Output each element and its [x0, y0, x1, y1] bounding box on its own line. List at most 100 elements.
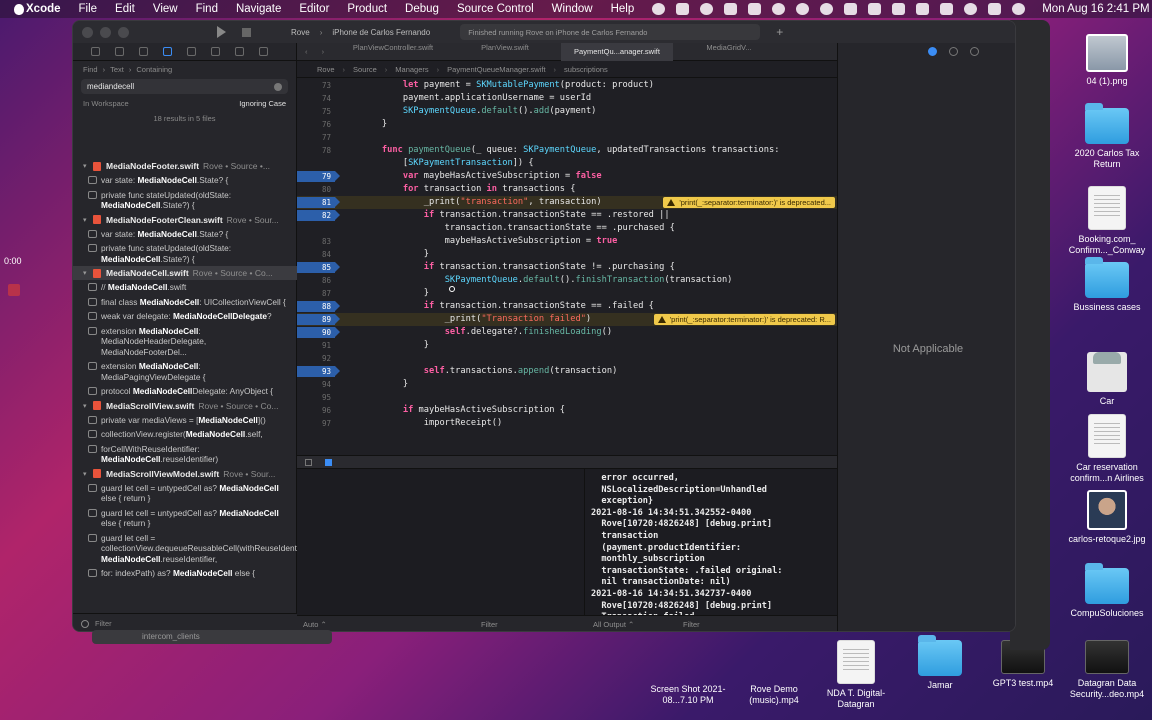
code-line[interactable]: 92 [297, 352, 837, 365]
issue-navigator-tab[interactable] [187, 47, 196, 56]
run-button[interactable] [217, 26, 226, 38]
desktop-icon[interactable]: Datagran Data Security...deo.mp4 [1061, 640, 1152, 700]
test-navigator-tab[interactable] [211, 47, 220, 56]
code-line[interactable]: 97 importReceipt() [297, 417, 837, 430]
code-line[interactable]: 89 _print("Transaction failed") 'print(_:… [297, 313, 837, 326]
desktop-icon[interactable]: Car reservation confirm...n Airlines [1061, 414, 1152, 484]
menu-window[interactable]: Window [552, 3, 593, 15]
code-line[interactable]: 90 self.delegate?.finishedLoading() [297, 326, 837, 339]
cloud-status-icon[interactable] [724, 3, 738, 15]
code-line[interactable]: 91 } [297, 339, 837, 352]
result-file-row[interactable]: ▾ MediaNodeFooterClean.swift Rove • Sour..… [73, 213, 297, 227]
variables-filter-field[interactable]: Filter [481, 620, 498, 629]
menu-editor[interactable]: Editor [299, 3, 329, 15]
quick-help-tab[interactable] [970, 47, 979, 56]
debug-navigator-tab[interactable] [235, 47, 244, 56]
background-window[interactable] [1010, 20, 1050, 650]
code-line[interactable]: 77 [297, 131, 837, 144]
result-match-row[interactable]: guard let cell = untypedCell as? MediaNo… [73, 481, 297, 506]
wifi-status-icon[interactable] [916, 3, 930, 15]
code-line[interactable]: 75 SKPaymentQueue.default().add(payment) [297, 105, 837, 118]
menu-find[interactable]: Find [196, 3, 218, 15]
result-match-row[interactable]: private func stateUpdated(oldState: Medi… [73, 188, 297, 213]
history-inspector-tab[interactable] [949, 47, 958, 56]
find-search-field[interactable]: mediandecell [81, 79, 288, 94]
menu-edit[interactable]: Edit [115, 3, 135, 15]
editor-tab[interactable]: PlanView.swift [449, 43, 561, 61]
project-navigator-tab[interactable] [91, 47, 100, 56]
result-match-row[interactable]: guard let cell = collectionView.dequeueR… [73, 531, 297, 567]
result-match-row[interactable]: forCellWithReuseIdentifier: MediaNodeCel… [73, 442, 297, 467]
file-inspector-tab[interactable] [928, 47, 937, 56]
mute-status-icon[interactable] [844, 3, 858, 15]
menu-xcode[interactable]: Xcode [26, 3, 61, 15]
result-match-row[interactable]: extension MediaNodeCell: MediaNodeHeader… [73, 324, 297, 360]
control-center-icon[interactable] [988, 3, 1002, 15]
siri-icon[interactable] [1012, 3, 1026, 15]
back-forward-arrows[interactable]: ‹ › [297, 47, 337, 56]
menu-source-control[interactable]: Source Control [457, 3, 534, 15]
menu-debug[interactable]: Debug [405, 3, 439, 15]
result-match-row[interactable]: // MediaNodeCell.swift [73, 280, 297, 295]
find-navigator-tab[interactable] [163, 47, 172, 56]
case-sensitivity-selector[interactable]: Ignoring Case [239, 99, 286, 108]
result-file-row[interactable]: ▾ MediaNodeFooter.swift Rove • Source •... [73, 159, 297, 173]
disclosure-triangle-icon[interactable]: ▾ [83, 269, 93, 277]
menu-clock[interactable]: Mon Aug 16 2:41 PM [1042, 3, 1149, 15]
code-line[interactable]: [SKPaymentTransaction]) { [297, 157, 837, 170]
deprecation-warning-badge[interactable]: 'print(_:separator:terminator:)' is depr… [653, 314, 835, 325]
find-mode-path[interactable]: Find › Text › Containing [73, 61, 296, 77]
jump-bar-item[interactable]: subscriptions [564, 65, 608, 74]
result-match-row[interactable]: extension MediaNodeCell: MediaPagingView… [73, 359, 297, 384]
result-match-row[interactable]: weak var delegate: MediaNodeCellDelegate… [73, 309, 297, 324]
code-line[interactable]: 88 if transaction.transactionState == .f… [297, 300, 837, 313]
search-scope[interactable]: In Workspace [83, 99, 129, 108]
symbol-navigator-tab[interactable] [139, 47, 148, 56]
jump-bar-item[interactable]: PaymentQueueManager.swift [447, 65, 545, 74]
menu-view[interactable]: View [153, 3, 178, 15]
desktop-icon[interactable]: Jamar [894, 635, 986, 691]
result-match-row[interactable]: protocol MediaNodeCellDelegate: AnyObjec… [73, 384, 297, 399]
source-control-tab[interactable] [115, 47, 124, 56]
code-line[interactable]: 83 maybeHasActiveSubscription = true [297, 235, 837, 248]
code-line[interactable]: 95 [297, 391, 837, 404]
result-file-row[interactable]: ▾ MediaNodeCell.swift Rove • Source • Co..… [73, 266, 297, 280]
result-match-row[interactable]: private func stateUpdated(oldState: Medi… [73, 241, 297, 266]
background-app-bar[interactable]: intercom_clients [92, 630, 332, 644]
desktop-icon[interactable]: Screen Shot 2021-08...7.10 PM [642, 640, 734, 706]
desktop-icon[interactable]: Rove Demo (music).mp4 [728, 640, 820, 706]
desktop-icon[interactable]: Bussiness cases [1061, 257, 1152, 313]
desktop-icon[interactable]: 04 (1).png [1061, 34, 1152, 87]
code-line[interactable]: 79 var maybeHasActiveSubscription = fals… [297, 170, 837, 183]
result-match-row[interactable]: final class MediaNodeCell: UICollectionV… [73, 295, 297, 310]
code-line[interactable]: 80 for transaction in transactions { [297, 183, 837, 196]
clock-status-icon[interactable] [820, 3, 834, 15]
meter-status-icon[interactable] [772, 3, 786, 15]
disclosure-triangle-icon[interactable]: ▾ [83, 216, 93, 224]
editor-tab[interactable]: PlanViewController.swift [337, 43, 449, 61]
bluetooth-status-icon[interactable] [868, 3, 882, 15]
jump-bar-item[interactable]: Source [353, 65, 377, 74]
find-kind[interactable]: Text [110, 65, 124, 74]
find-match[interactable]: Containing [136, 65, 172, 74]
scheme-selector[interactable]: Rove › iPhone de Carlos Fernando [291, 28, 430, 37]
recording-stop-button[interactable] [8, 284, 20, 296]
code-line[interactable]: 84 } [297, 248, 837, 261]
result-match-row[interactable]: collectionView.register(MediaNodeCell.se… [73, 427, 297, 442]
desktop-icon[interactable]: carlos-retoque2.jpg [1061, 490, 1152, 545]
deprecation-warning-badge[interactable]: 'print(_:separator:terminator:)' is depr… [663, 197, 835, 208]
dropbox-status-icon[interactable] [748, 3, 762, 15]
code-line[interactable]: 82 if transaction.transactionState == .r… [297, 209, 837, 222]
battery-status-icon[interactable] [892, 3, 906, 15]
editor-tab[interactable]: PaymentQu...anager.swift [561, 42, 673, 61]
menu-product[interactable]: Product [347, 3, 387, 15]
close-window-button[interactable] [82, 26, 93, 38]
menu-file[interactable]: File [79, 3, 98, 15]
disclosure-triangle-icon[interactable]: ▾ [83, 402, 93, 410]
result-match-row[interactable]: private var mediaViews = [MediaNodeCell]… [73, 413, 297, 428]
jump-bar-item[interactable]: Rove [317, 65, 335, 74]
code-line[interactable]: 73 let payment = SKMutablePayment(produc… [297, 79, 837, 92]
result-file-row[interactable]: ▾ MediaScrollView.swift Rove • Source • Co… [73, 399, 297, 413]
console-scope-selector[interactable]: All Output ⌃ [593, 620, 634, 629]
code-line[interactable]: 94 } [297, 378, 837, 391]
